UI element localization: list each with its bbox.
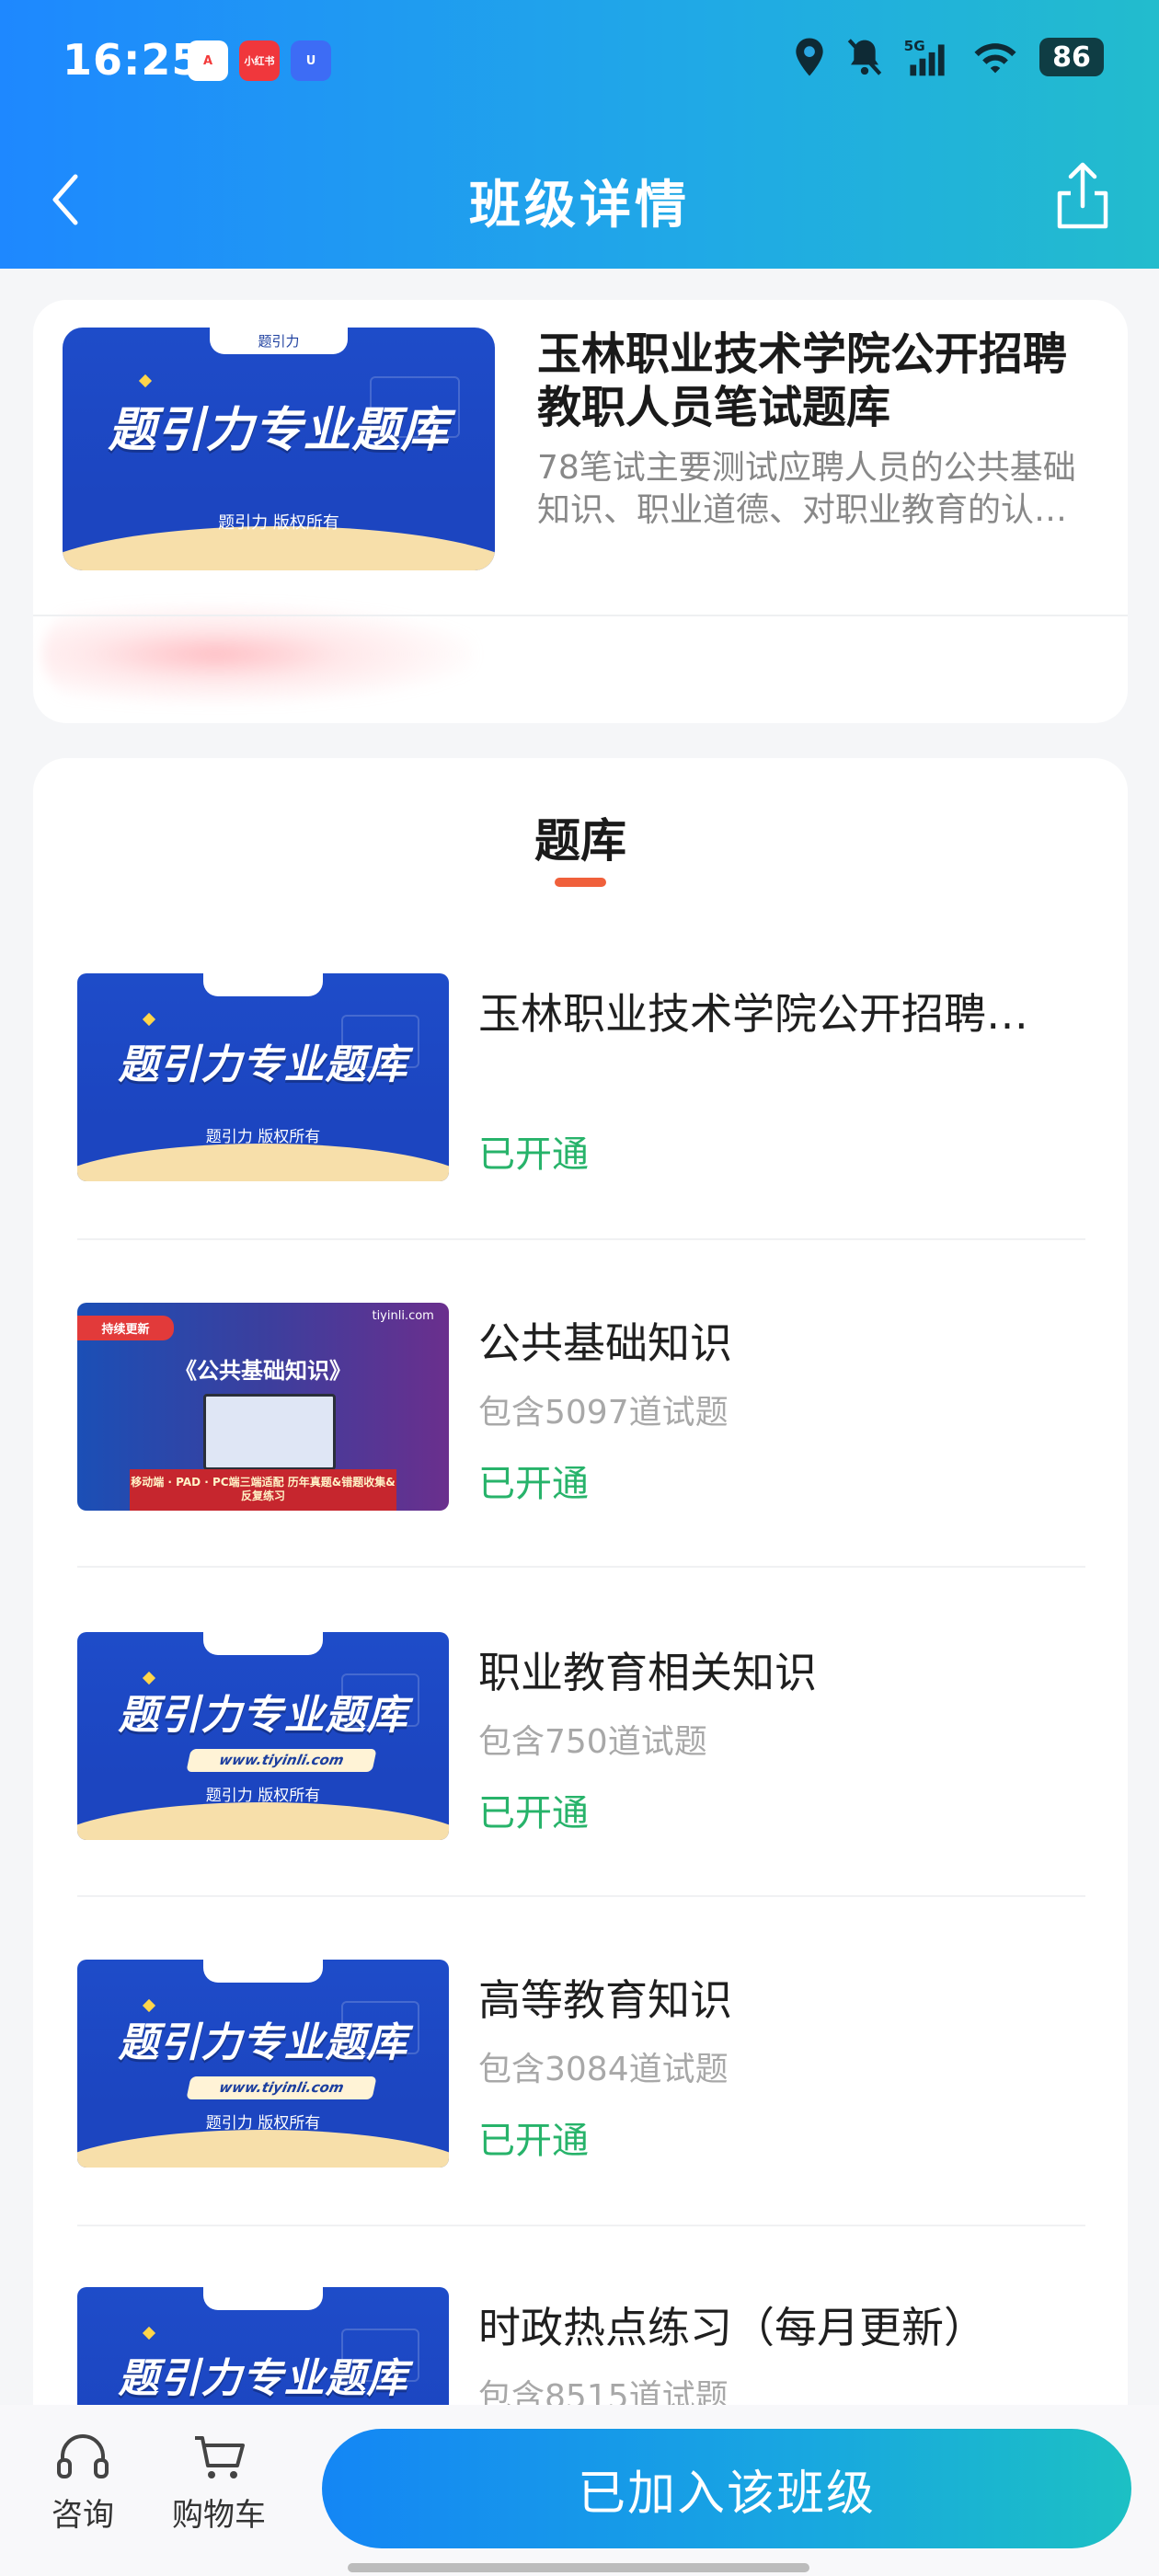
mute-bell-icon xyxy=(847,39,882,75)
share-icon xyxy=(1057,162,1108,229)
thumbnail-banner: 移动端 · PAD · PC端三端适配 历年真题&错题收集&反复练习 xyxy=(129,1468,397,1511)
battery-indicator: 86 xyxy=(1039,38,1104,76)
nav-bar: 班级详情 xyxy=(0,147,1159,248)
thumbnail-tab xyxy=(203,2287,323,2310)
thumbnail-tab xyxy=(203,1960,323,1983)
course-description: 78笔试主要测试应聘人员的公共基础知识、职业道德、对职业教育的认识等 xyxy=(537,449,1076,529)
thumbnail-headline: 题引力专业题库 xyxy=(118,2019,408,2067)
divider xyxy=(77,1238,1085,1240)
section-title: 题库 xyxy=(534,814,626,868)
joined-class-button[interactable]: 已加入该班级 xyxy=(322,2429,1131,2548)
bank-item-thumbnail: 题引力专业题库 www.tiyinli.com 题引力 版权所有 xyxy=(77,1960,449,2168)
cart-label: 购物车 xyxy=(172,2497,266,2534)
bank-item-status: 已开通 xyxy=(478,1463,589,1505)
wifi-icon xyxy=(974,43,1016,74)
thumbnail-tab xyxy=(203,973,323,996)
consult-button[interactable]: 咨询 xyxy=(28,2431,138,2535)
header: 16:25 A 小红书 U 5G 86 班级详情 xyxy=(0,0,1159,269)
bottom-action-bar: 咨询 购物车 已加入该班级 xyxy=(0,2405,1159,2576)
bank-item[interactable]: 题引力专业题库 时政热点练习（每月更新） 包含8515道试题 xyxy=(77,2287,1085,2414)
bank-item-name: 公共基础知识 xyxy=(478,1318,732,1368)
thumbnail-wave xyxy=(77,2130,449,2168)
question-bank-section: 题库 题引力专业题库 题引力 版权所有 玉林职业技术学院公开招聘教职人员笔试题库… xyxy=(33,758,1128,2414)
bank-item[interactable]: 题引力专业题库 www.tiyinli.com 题引力 版权所有 职业教育相关知… xyxy=(77,1632,1085,1844)
location-icon xyxy=(796,38,823,76)
star-decoration xyxy=(142,2327,155,2340)
bank-item-thumbnail: 题引力专业题库 题引力 版权所有 xyxy=(77,973,449,1181)
divider xyxy=(33,615,1128,616)
bank-item[interactable]: 题引力专业题库 www.tiyinli.com 题引力 版权所有 高等教育知识 … xyxy=(77,1960,1085,2171)
bank-item[interactable]: 题引力专业题库 题引力 版权所有 玉林职业技术学院公开招聘教职人员笔试题库 已开… xyxy=(77,973,1085,1185)
thumbnail-tab: 题引力 xyxy=(209,328,349,355)
bank-item-name: 时政热点练习（每月更新） xyxy=(478,2303,986,2352)
bank-item-status: 已开通 xyxy=(478,2120,589,2162)
status-icons: 5G 86 xyxy=(793,37,1104,77)
section-title-underline xyxy=(555,878,606,887)
thumbnail-wave xyxy=(77,1144,449,1181)
divider xyxy=(77,1895,1085,1897)
thumbnail-copyright: 题引力 版权所有 xyxy=(205,2113,321,2133)
xiaohongshu-badge-icon: 小红书 xyxy=(239,40,280,81)
page-title: 班级详情 xyxy=(469,176,690,236)
svg-text:5G: 5G xyxy=(904,38,925,54)
cart-button[interactable]: 购物车 xyxy=(164,2431,274,2535)
thumbnail-subject: 《公共基础知识》 xyxy=(175,1358,351,1385)
thumbnail-headline: 题引力专业题库 xyxy=(118,2355,408,2403)
divider xyxy=(77,1566,1085,1568)
bank-item-status: 已开通 xyxy=(478,1792,589,1834)
thumbnail-copyright: 题引力 版权所有 xyxy=(218,513,339,534)
course-card[interactable]: 题引力 题引力专业题库 题引力 版权所有 玉林职业技术学院公开招聘教职人员笔试题… xyxy=(33,300,1128,723)
bank-item-name: 玉林职业技术学院公开招聘教职人员笔试题库 xyxy=(478,989,1067,1039)
blurred-region xyxy=(42,604,475,705)
thumbnail-copyright: 题引力 版权所有 xyxy=(205,1127,321,1146)
shopping-cart-icon xyxy=(195,2436,245,2478)
bank-item[interactable]: 持续更新 tiyinli.com 《公共基础知识》 移动端 · PAD · PC… xyxy=(77,1303,1085,1514)
divider xyxy=(77,2225,1085,2226)
thumbnail-ribbon: 持续更新 xyxy=(77,1315,175,1340)
bank-item-status: 已开通 xyxy=(478,1133,589,1176)
signal-5g-icon: 5G xyxy=(904,38,945,76)
home-indicator xyxy=(348,2563,809,2572)
course-title: 玉林职业技术学院公开招聘教职人员笔试题库 xyxy=(537,328,1068,433)
thumbnail-headline: 题引力专业题库 xyxy=(108,402,450,458)
bank-item-thumbnail: 题引力专业题库 www.tiyinli.com 题引力 版权所有 xyxy=(77,1632,449,1840)
thumbnail-headline: 题引力专业题库 xyxy=(118,1692,408,1740)
bank-item-count: 包含5097道试题 xyxy=(478,1394,729,1432)
notification-badges: A 小红书 U xyxy=(188,40,331,81)
star-decoration xyxy=(138,374,152,387)
app-badge-icon: A xyxy=(188,40,228,81)
bank-item-thumbnail: 持续更新 tiyinli.com 《公共基础知识》 移动端 · PAD · PC… xyxy=(77,1303,449,1511)
thumbnail-url: www.tiyinli.com xyxy=(186,2076,377,2099)
thumbnail-brand: tiyinli.com xyxy=(372,1308,434,1323)
bank-item-name: 职业教育相关知识 xyxy=(478,1648,817,1697)
bank-item-name: 高等教育知识 xyxy=(478,1975,732,2025)
star-decoration xyxy=(142,1013,155,1027)
thumbnail-wave xyxy=(77,1802,449,1840)
status-bar: 16:25 A 小红书 U 5G 86 xyxy=(0,0,1159,129)
status-time: 16:25 xyxy=(63,35,202,85)
devices-illustration xyxy=(203,1394,336,1471)
thumbnail-headline: 题引力专业题库 xyxy=(118,1041,408,1089)
app-badge-icon: U xyxy=(291,40,331,81)
share-button[interactable] xyxy=(1050,158,1115,232)
headset-icon xyxy=(57,2434,109,2478)
bank-item-thumbnail: 题引力专业题库 xyxy=(77,2287,449,2414)
thumbnail-tab xyxy=(203,1632,323,1655)
bank-item-count: 包含3084道试题 xyxy=(478,2051,729,2088)
thumbnail-copyright: 题引力 版权所有 xyxy=(205,1786,321,1805)
consult-label: 咨询 xyxy=(52,2497,114,2534)
thumbnail-url: www.tiyinli.com xyxy=(186,1748,377,1772)
course-thumbnail: 题引力 题引力专业题库 题引力 版权所有 xyxy=(63,328,495,570)
bank-item-count: 包含750道试题 xyxy=(478,1723,707,1761)
